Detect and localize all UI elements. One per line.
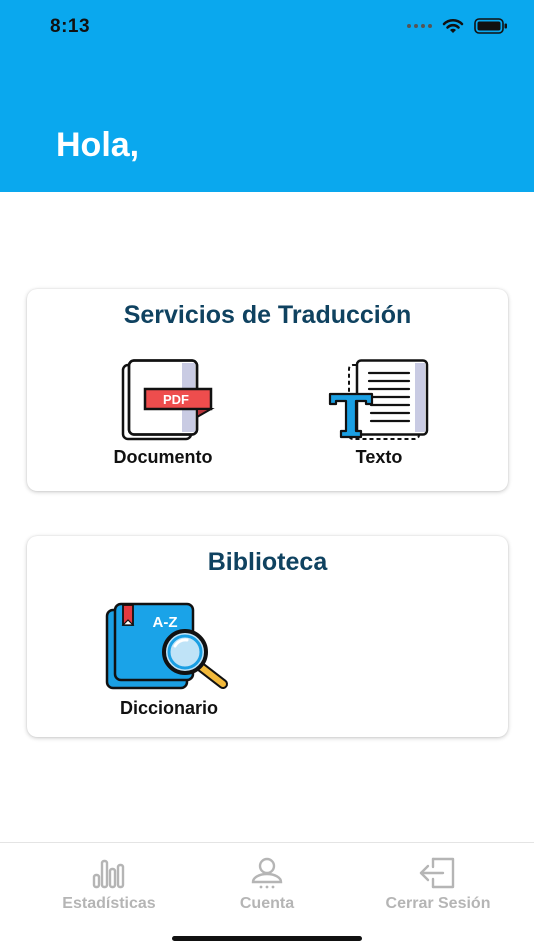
text-translation-button[interactable]: Texto (317, 359, 441, 468)
pdf-document-icon: PDF (121, 359, 215, 441)
tab-account[interactable]: Cuenta (228, 857, 306, 913)
document-label: Documento (113, 447, 213, 467)
bar-chart-icon (92, 859, 125, 889)
battery-icon (474, 18, 507, 34)
cellular-dots-icon (407, 24, 432, 28)
library-card: Biblioteca A-Z Diccionario (27, 536, 508, 737)
translation-services-card: Servicios de Traducción PDF Documento Te… (27, 289, 508, 491)
greeting-title: Hola, (56, 126, 140, 164)
bottom-tab-bar: Estadísticas Cuenta Cerrar Sesión (0, 842, 534, 950)
wifi-icon (442, 19, 464, 33)
app-header: 8:13 Hola, (0, 0, 534, 192)
tab-account-label: Cuenta (239, 895, 295, 912)
status-icons (407, 18, 508, 34)
status-time: 8:13 (50, 16, 91, 37)
tab-statistics-label: Estadísticas (62, 895, 156, 912)
dictionary-label: Diccionario (119, 698, 219, 718)
dictionary-book-icon: A-Z (105, 602, 228, 690)
tab-logout[interactable]: Cerrar Sesión (372, 857, 504, 913)
text-label: Texto (355, 447, 403, 467)
library-card-title: Biblioteca (207, 548, 328, 576)
a-z-badge-text: A-Z (153, 614, 178, 631)
document-translation-button[interactable]: PDF Documento (103, 359, 223, 468)
logout-icon (419, 857, 455, 889)
pdf-badge-text: PDF (163, 392, 189, 407)
services-card-title: Servicios de Traducción (123, 301, 412, 329)
text-document-icon (328, 359, 429, 440)
tab-logout-label: Cerrar Sesión (385, 895, 491, 912)
user-icon (251, 857, 283, 889)
tab-statistics[interactable]: Estadísticas (52, 857, 166, 913)
home-indicator (172, 936, 362, 941)
dictionary-button[interactable]: A-Z Diccionario (105, 602, 233, 719)
